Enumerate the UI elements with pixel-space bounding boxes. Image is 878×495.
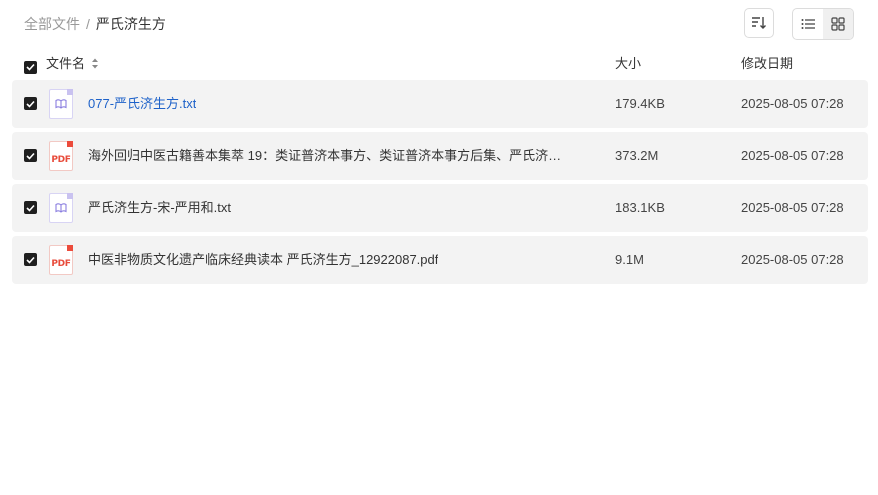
txt-file-icon	[49, 89, 75, 119]
pdf-label: PDF	[51, 155, 71, 165]
row-checkbox[interactable]	[24, 97, 37, 110]
breadcrumb-root[interactable]: 全部文件	[24, 14, 80, 34]
sort-button[interactable]	[744, 8, 774, 38]
txt-file-icon	[49, 193, 75, 223]
file-size: 373.2M	[615, 148, 659, 163]
list-view-button[interactable]	[793, 9, 823, 39]
file-size: 9.1M	[615, 252, 644, 267]
sort-icon	[752, 17, 766, 29]
pdf-label: PDF	[51, 259, 71, 269]
file-size: 183.1KB	[615, 200, 665, 215]
breadcrumb-separator: /	[86, 16, 90, 32]
list-view-icon	[801, 19, 815, 29]
column-header-name-label: 文件名	[46, 56, 86, 71]
table-row[interactable]: PDF 海外回归中医古籍善本集萃 19：类证普济本事方、类证普济本事方后集、严氏…	[12, 132, 868, 180]
book-icon	[55, 203, 67, 213]
file-date: 2025-08-05 07:28	[741, 200, 844, 215]
book-icon	[55, 99, 67, 109]
file-name[interactable]: 中医非物质文化遗产临床经典读本 严氏济生方_12922087.pdf	[88, 236, 438, 284]
grid-view-icon	[831, 17, 845, 31]
row-checkbox[interactable]	[24, 253, 37, 266]
file-name[interactable]: 严氏济生方-宋-严用和.txt	[88, 184, 231, 232]
file-date: 2025-08-05 07:28	[741, 96, 844, 111]
column-header-size[interactable]: 大小	[615, 54, 641, 74]
file-date: 2025-08-05 07:28	[741, 148, 844, 163]
table-header: 文件名 大小 修改日期	[24, 54, 868, 74]
row-checkbox[interactable]	[24, 201, 37, 214]
file-name[interactable]: 077-严氏济生方.txt	[88, 80, 196, 128]
table-row[interactable]: 严氏济生方-宋-严用和.txt 183.1KB 2025-08-05 07:28	[12, 184, 868, 232]
pdf-file-icon: PDF	[49, 245, 75, 275]
breadcrumb-current: 严氏济生方	[95, 16, 166, 32]
row-checkbox[interactable]	[24, 149, 37, 162]
table-row[interactable]: PDF 中医非物质文化遗产临床经典读本 严氏济生方_12922087.pdf 9…	[12, 236, 868, 284]
file-name[interactable]: 海外回归中医古籍善本集萃 19：类证普济本事方、类证普济本事方后集、严氏济生方、…	[88, 132, 568, 180]
sort-arrows-icon	[91, 58, 98, 69]
pdf-file-icon: PDF	[49, 141, 75, 171]
view-toggle	[792, 8, 854, 40]
column-header-name[interactable]: 文件名	[46, 54, 99, 74]
file-date: 2025-08-05 07:28	[741, 252, 844, 267]
grid-view-button[interactable]	[823, 9, 853, 39]
file-size: 179.4KB	[615, 96, 665, 111]
table-row[interactable]: 077-严氏济生方.txt 179.4KB 2025-08-05 07:28	[12, 80, 868, 128]
column-header-date[interactable]: 修改日期	[741, 54, 793, 74]
select-all-checkbox[interactable]	[24, 57, 37, 77]
breadcrumb: 全部文件 / 严氏济生方	[24, 14, 166, 34]
